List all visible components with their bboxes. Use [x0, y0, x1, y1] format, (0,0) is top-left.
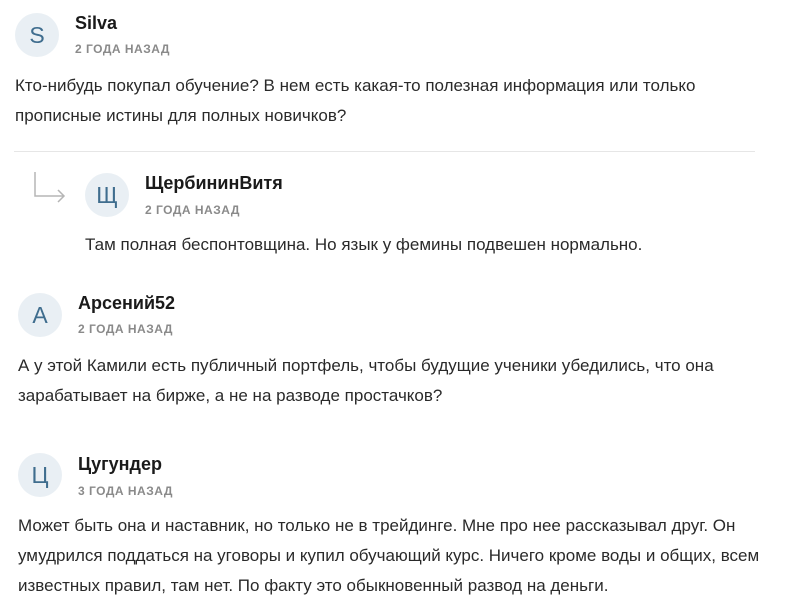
- avatar: S: [15, 13, 59, 57]
- comment-author[interactable]: ЩербининВитя: [145, 173, 283, 194]
- comment-text: А у этой Камили есть публичный портфель,…: [18, 356, 714, 405]
- reply-arrow-icon: [34, 172, 66, 203]
- avatar: А: [18, 293, 62, 337]
- comment-author[interactable]: Арсений52: [78, 293, 175, 314]
- comment-date: 2 ГОДА НАЗАД: [145, 203, 240, 217]
- comment-date: 2 ГОДА НАЗАД: [75, 42, 170, 56]
- comment-date: 2 ГОДА НАЗАД: [78, 322, 173, 336]
- comment-author[interactable]: Цугундер: [78, 454, 162, 475]
- avatar: Ц: [18, 453, 62, 497]
- comment-text: Кто-нибудь покупал обучение? В нем есть …: [15, 76, 696, 125]
- comment-date: 3 ГОДА НАЗАД: [78, 484, 173, 498]
- comment-author[interactable]: Silva: [75, 13, 117, 34]
- comment-text: Там полная беспонтовщина. Но язык у феми…: [85, 235, 643, 254]
- divider: [14, 151, 755, 152]
- comment-text: Может быть она и наставник, но только не…: [18, 516, 760, 595]
- avatar: Щ: [85, 173, 129, 217]
